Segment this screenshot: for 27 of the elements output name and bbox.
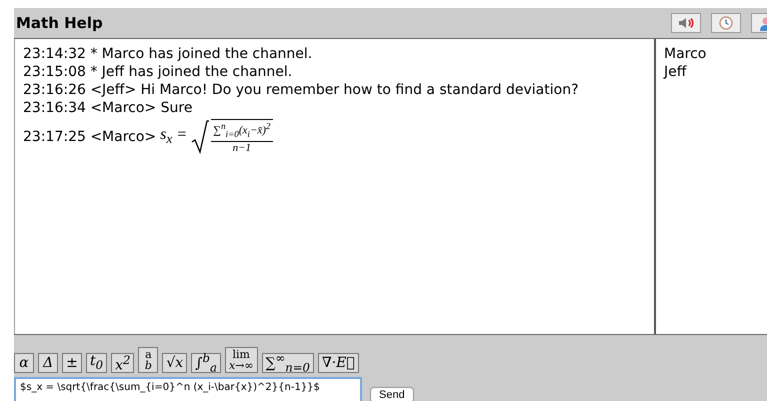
formula-denominator: n−1 [232,142,252,155]
formula-numerator: ∑$^{n}$$_{i=0}$(x$_{i}$−x̄)$^{2}$ [211,119,272,142]
chat-message: 23:16:26 <Jeff> Hi Marco! Do you remember how to find a standard deviation? [23,81,580,99]
user-name[interactable]: Jeff [664,63,759,81]
chat-message: 23:17:25 <Marco> [23,128,156,146]
send-button[interactable]: Send [370,387,414,401]
symbol-button[interactable]: ± [62,353,82,373]
speaker-icon [678,17,694,29]
symbol-button[interactable]: √x [162,353,188,373]
symbol-button[interactable]: α [14,353,34,373]
clock-icon [719,16,733,30]
chat-message: 23:14:32 * Marco has joined the channel. [23,45,314,63]
sound-button[interactable] [671,13,701,33]
symbol-button[interactable]: Δ [38,353,58,373]
symbol-button[interactable]: lim x→∞ [224,347,258,373]
symbol-button[interactable]: a b [138,347,158,373]
radical-sign [191,120,210,154]
message-input[interactable]: $s_x = \sqrt{\frac{\sum_{i=0}^n (x_i-\bar{x})^2}{n-1}}$ [14,377,362,401]
formula-text: s$_{x}$ = [160,126,188,148]
symbol-button[interactable]: ∇·E⃗ [318,353,359,373]
symbol-button[interactable]: t$_{0}$ [86,353,108,373]
chat-message: 23:16:34 <Marco> Sure [23,99,194,117]
clock-button[interactable] [711,13,741,33]
window-title: Math Help [16,14,103,32]
user-name[interactable]: Marco [664,45,759,63]
chat-message: 23:15:08 * Jeff has joined the channel. [23,63,294,81]
symbol-button[interactable]: x$^{2}$ [111,353,134,373]
